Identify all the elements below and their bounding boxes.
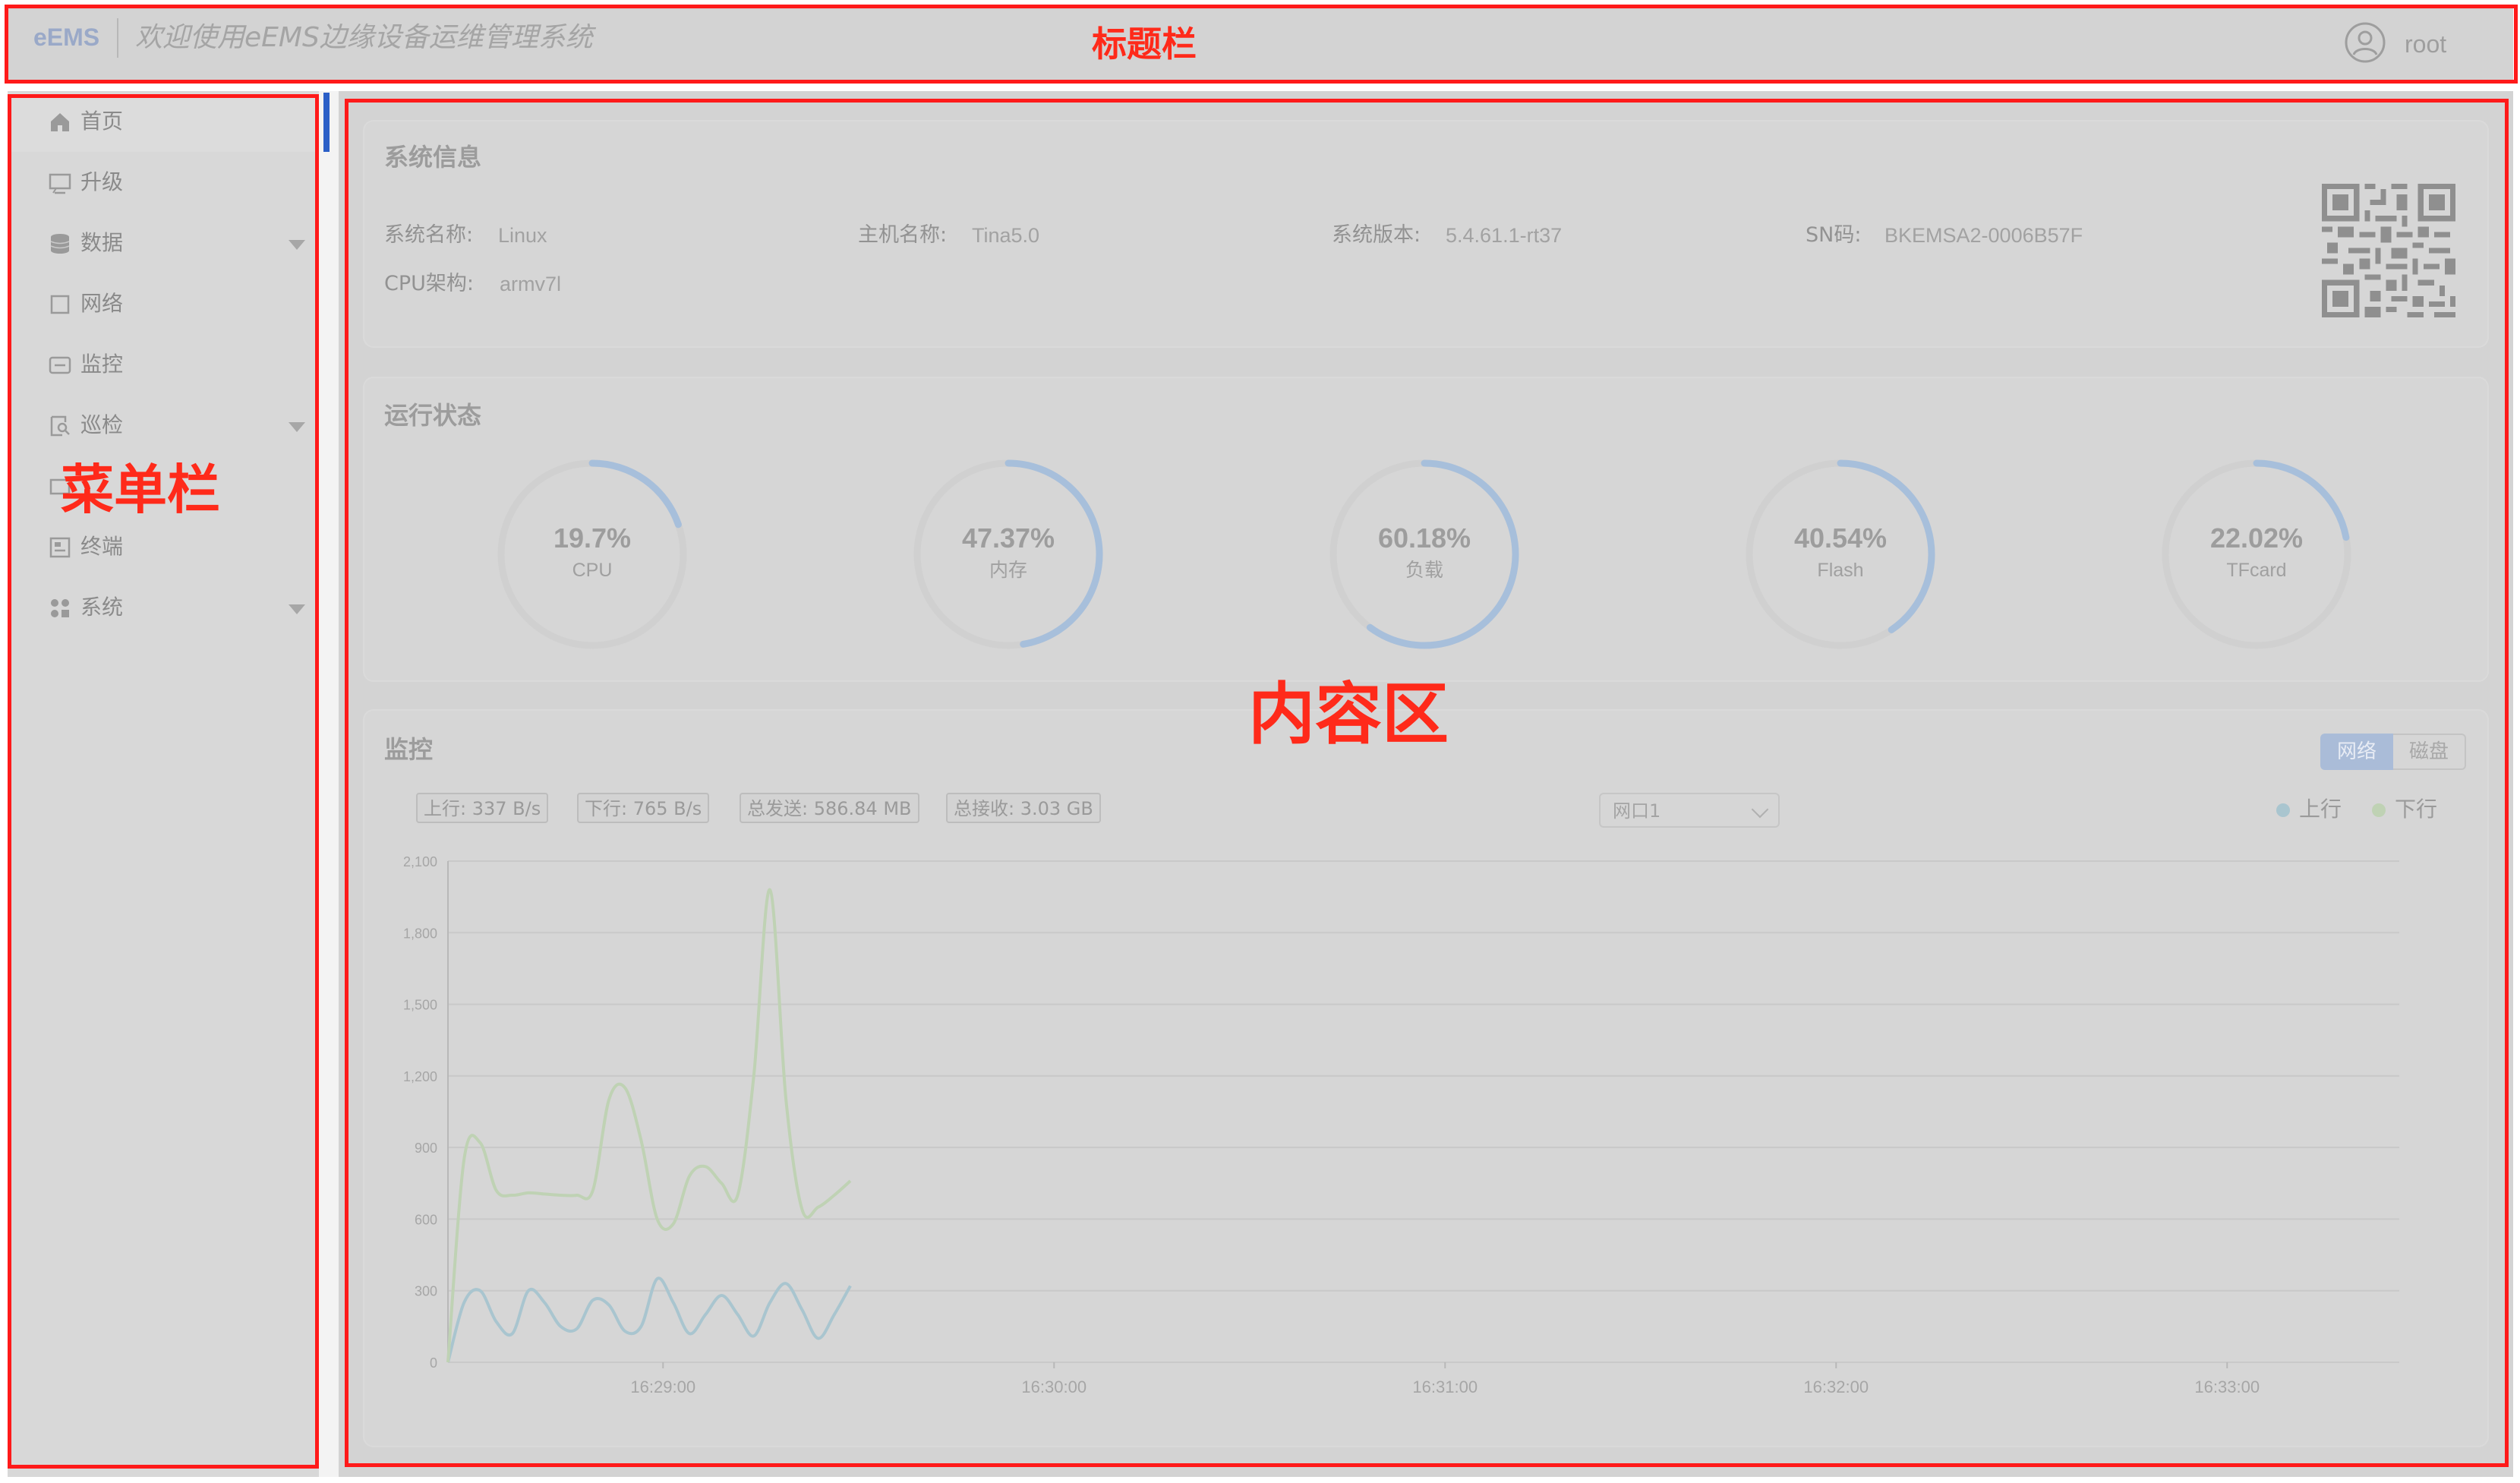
annotation-title-bar: 标题栏 [1092,24,1197,65]
active-indicator [323,93,330,152]
annotation-content-area: 内容区 [1248,675,1449,753]
sidebar-gutter [319,91,339,1477]
annotation-box-title-bar [5,5,2518,84]
annotation-menu-bar: 菜单栏 [61,459,220,521]
annotation-box-menu [8,94,319,1469]
annotation-box-content [345,99,2509,1467]
